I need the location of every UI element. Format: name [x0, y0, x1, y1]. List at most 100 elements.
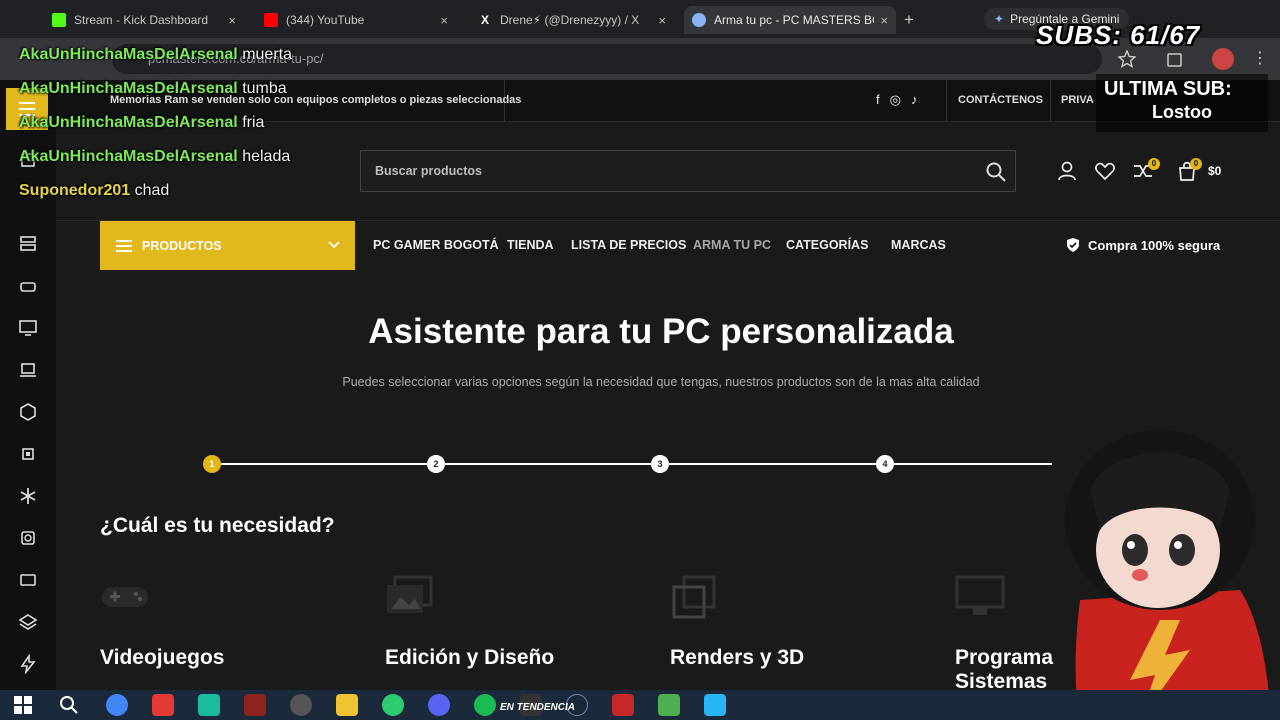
last-sub-panel: ULTIMA SUB: Lostoo [1096, 74, 1268, 132]
laptop-icon[interactable] [18, 360, 38, 380]
chat-username: AkaUnHinchaMasDelArsenal [19, 80, 238, 97]
power-supply-icon[interactable] [18, 528, 38, 548]
images-icon [387, 575, 433, 613]
chat-text: fria [242, 114, 265, 131]
youtube-icon [264, 13, 278, 27]
app-icon[interactable] [198, 694, 220, 716]
windows-taskbar [0, 690, 1280, 720]
server-icon[interactable] [18, 234, 38, 254]
tiktok-icon[interactable]: ♪ [911, 92, 918, 108]
layers-icon[interactable] [18, 612, 38, 632]
hamburger-icon [116, 239, 132, 252]
close-icon[interactable]: × [440, 13, 448, 28]
nav-lista-de-precios[interactable]: LISTA DE PRECIOS [571, 238, 686, 252]
main-navigation: PRODUCTOS PC GAMER BOGOTÁ TIENDA LISTA D… [56, 220, 1280, 270]
option-videojuegos[interactable]: Videojuegos [100, 646, 224, 670]
compare-count-badge: 0 [1148, 158, 1160, 170]
menu-icon[interactable]: ⋮ [1252, 48, 1268, 68]
new-tab-button[interactable]: + [904, 10, 914, 30]
chat-message: AkaUnHinchaMasDelArsenal tumba [19, 80, 287, 98]
monitor-icon[interactable] [18, 318, 38, 338]
search-icon[interactable] [58, 694, 80, 716]
social-links: f ◎ ♪ [876, 92, 917, 108]
tab-arma-tu-pc[interactable]: Arma tu pc - PC MASTERS BO × [684, 6, 896, 34]
chat-message: AkaUnHinchaMasDelArsenal muerta [19, 46, 292, 64]
products-label: PRODUCTOS [142, 238, 222, 253]
app-icon[interactable] [704, 694, 726, 716]
divider [1050, 80, 1051, 122]
chat-username: AkaUnHinchaMasDelArsenal [19, 46, 238, 63]
step-2[interactable]: 2 [427, 455, 445, 473]
chip-icon[interactable] [18, 444, 38, 464]
left-sidebar [0, 80, 56, 690]
vtuber-avatar [1065, 430, 1270, 720]
spotify-icon[interactable] [474, 694, 496, 716]
step-1[interactable]: 1 [203, 455, 221, 473]
option-edicion-diseno[interactable]: Edición y Diseño [385, 646, 554, 670]
obs-icon[interactable] [290, 694, 312, 716]
lightning-icon[interactable] [18, 654, 38, 674]
nav-pc-gamer-bogota[interactable]: PC GAMER BOGOTÁ [373, 238, 499, 252]
minecraft-icon[interactable] [658, 694, 680, 716]
chat-username: AkaUnHinchaMasDelArsenal [19, 148, 238, 165]
site-favicon-icon [692, 13, 706, 27]
account-icon[interactable] [1056, 160, 1078, 182]
chat-text: helada [242, 148, 291, 165]
copy-icon [672, 575, 716, 619]
keyboard-icon[interactable] [18, 570, 38, 590]
tab-youtube[interactable]: (344) YouTube × [256, 6, 456, 34]
need-question: ¿Cuál es tu necesidad? [100, 514, 335, 537]
chrome-icon[interactable] [106, 694, 128, 716]
app-icon[interactable] [382, 694, 404, 716]
close-icon[interactable]: × [880, 13, 888, 28]
fan-icon[interactable] [18, 486, 38, 506]
nav-arma-tu-pc[interactable]: ARMA TU PC [693, 238, 771, 252]
chat-message: AkaUnHinchaMasDelArsenal helada [19, 148, 290, 166]
windows-start-icon[interactable] [12, 694, 34, 716]
products-menu-button[interactable]: PRODUCTOS [100, 221, 355, 270]
nav-marcas[interactable]: MARCAS [891, 238, 946, 252]
chat-message: Suponedor201 chad [19, 182, 169, 200]
tab-label: Arma tu pc - PC MASTERS BO [714, 13, 875, 27]
tab-kick[interactable]: Stream - Kick Dashboard × [44, 6, 244, 34]
nav-categorias[interactable]: CATEGORÍAS [786, 238, 868, 252]
page-title: Asistente para tu PC personalizada [368, 312, 954, 351]
nav-tienda[interactable]: TIENDA [507, 238, 554, 252]
desktop-icon [955, 575, 1005, 615]
box-icon[interactable] [18, 402, 38, 422]
app-icon[interactable] [612, 694, 634, 716]
privacy-link[interactable]: PRIVA [1061, 94, 1094, 106]
close-icon[interactable]: × [228, 13, 236, 28]
chat-username: AkaUnHinchaMasDelArsenal [19, 114, 238, 131]
app-icon[interactable] [152, 694, 174, 716]
instagram-icon[interactable]: ◎ [890, 92, 901, 108]
gemini-icon: ✦ [994, 12, 1005, 26]
close-icon[interactable]: × [658, 13, 666, 28]
tab-label: Stream - Kick Dashboard [74, 13, 209, 27]
facebook-icon[interactable]: f [876, 92, 880, 108]
star-icon[interactable] [1118, 50, 1136, 68]
step-3[interactable]: 3 [651, 455, 669, 473]
profile-icon[interactable] [1212, 48, 1234, 70]
tab-x[interactable]: X Drene⚡ (@Drenezyyy) / X × [470, 6, 674, 34]
storage-icon[interactable] [18, 276, 38, 296]
contact-link[interactable]: CONTÁCTENOS [958, 94, 1043, 106]
tab-label: Drene⚡ (@Drenezyyy) / X [500, 13, 640, 27]
step-4[interactable]: 4 [876, 455, 894, 473]
discord-icon[interactable] [428, 694, 450, 716]
search-input[interactable]: Buscar productos [360, 150, 1016, 192]
search-icon[interactable] [985, 161, 1007, 183]
gamepad-icon [102, 587, 148, 607]
tab-label: (344) YouTube [286, 13, 365, 27]
folder-icon[interactable] [336, 694, 358, 716]
chat-username: Suponedor201 [19, 182, 131, 199]
secure-label: Compra 100% segura [1088, 237, 1221, 253]
app-icon[interactable] [244, 694, 266, 716]
option-renders-3d[interactable]: Renders y 3D [670, 646, 804, 670]
cart-total[interactable]: $0 [1208, 164, 1221, 178]
last-sub-label: ULTIMA SUB: [1104, 78, 1232, 100]
wishlist-icon[interactable] [1094, 160, 1116, 182]
subs-counter: SUBS: 61/67 [1036, 20, 1201, 50]
extension-icon[interactable] [1166, 50, 1184, 68]
secure-purchase-badge: Compra 100% segura [1066, 237, 1220, 253]
